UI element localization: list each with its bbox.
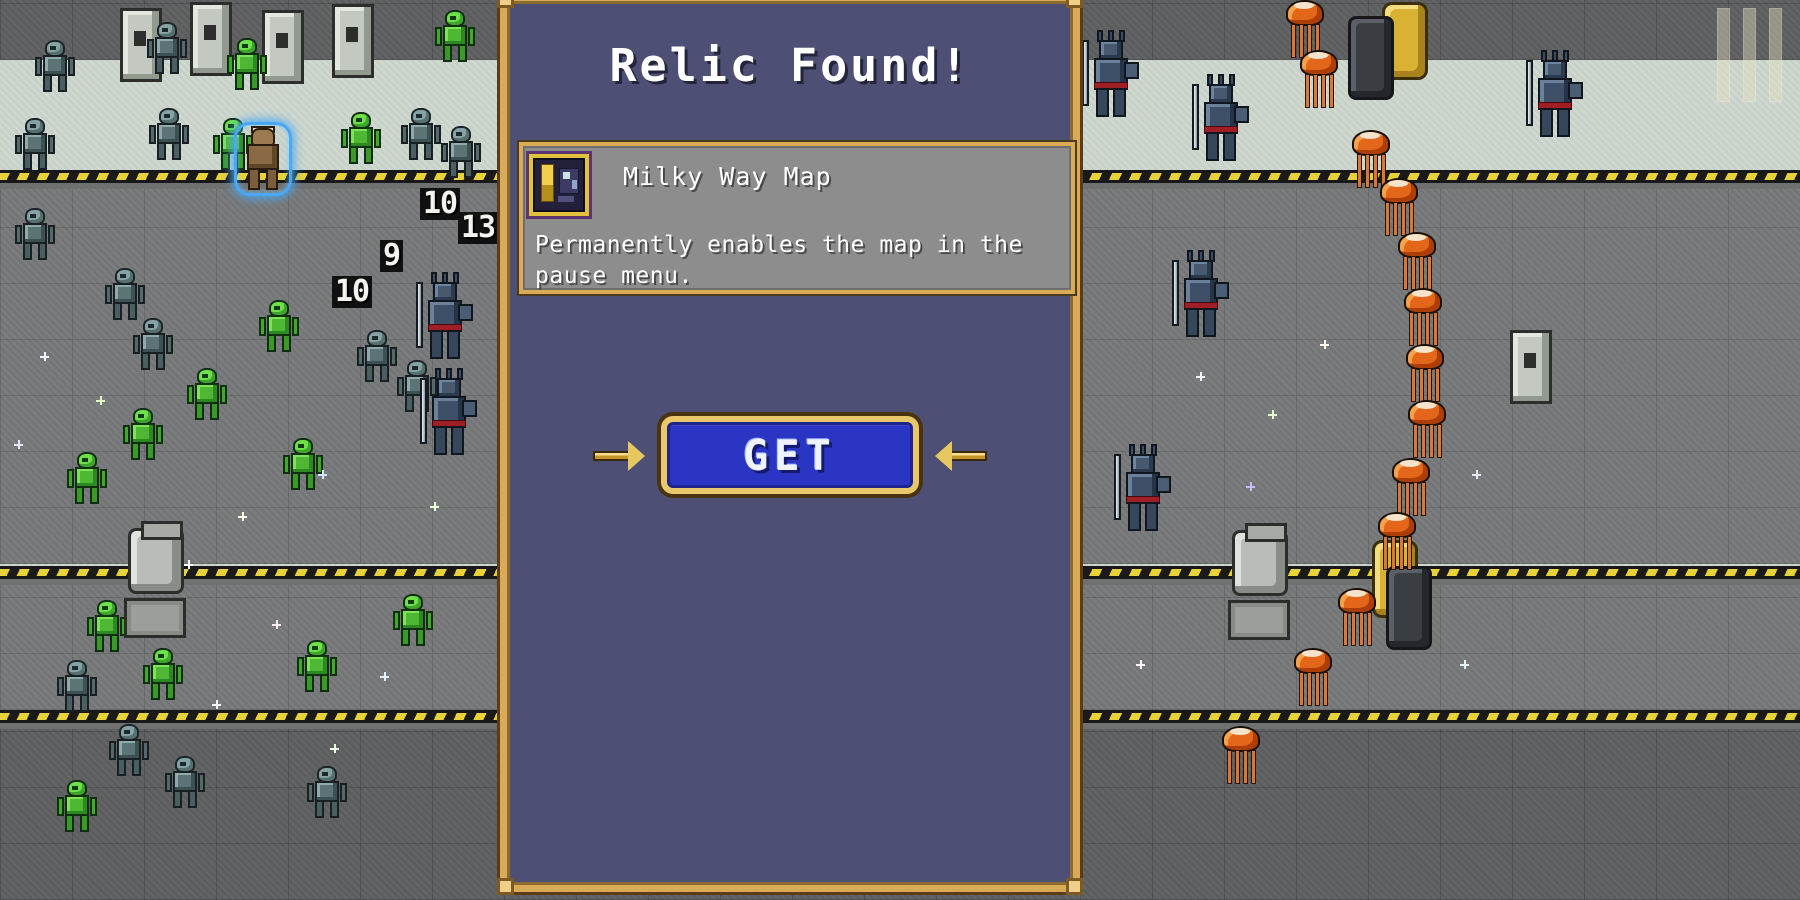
pillar-statue (190, 2, 232, 76)
item-header-row: Milky Way Map (523, 146, 1071, 216)
green-alien-enemy (123, 408, 163, 460)
dark-tank-prop (1348, 16, 1394, 100)
get-button-label: GET (743, 430, 837, 480)
green-alien-enemy (57, 780, 97, 832)
sparkle-particle (184, 560, 193, 569)
sparkle-particle (238, 512, 247, 521)
selector-arrow-left-icon (593, 438, 645, 472)
grey-zombie-enemy (147, 22, 187, 74)
orange-jellyfish-enemy (1398, 232, 1436, 294)
damage-number: 10 (332, 276, 373, 308)
green-alien-enemy (297, 640, 337, 692)
dialog-title: Relic Found! (609, 39, 971, 92)
orange-jellyfish-enemy (1294, 648, 1332, 710)
dark-knight-enemy (1192, 74, 1249, 162)
grey-zombie-enemy (57, 660, 97, 712)
grey-zombie-enemy (15, 208, 55, 260)
pillar-statue (262, 10, 304, 84)
sparkle-particle (1472, 470, 1481, 479)
sparkle-particle (318, 470, 327, 479)
corner-ornament-top-left (497, 0, 514, 8)
dark-knight-enemy (1526, 50, 1583, 138)
grey-zombie-enemy (165, 756, 205, 808)
damage-number: 10 (420, 188, 461, 220)
damage-number: 9 (380, 240, 404, 272)
dark-tank-prop (1386, 566, 1432, 650)
barrel-prop (1232, 523, 1288, 596)
orange-jellyfish-enemy (1378, 512, 1416, 574)
grey-zombie-enemy (133, 318, 173, 370)
sparkle-particle (380, 672, 389, 681)
sparkle-particle (272, 620, 281, 629)
dark-knight-enemy (1172, 250, 1229, 338)
player-character (234, 122, 292, 196)
grey-zombie-enemy (307, 766, 347, 818)
sparkle-particle (430, 502, 439, 511)
sparkle-particle (40, 352, 49, 361)
green-alien-enemy (67, 452, 107, 504)
grey-zombie-enemy (109, 724, 149, 776)
pause-bars-icon (1717, 8, 1782, 102)
corner-ornament-top-right (1066, 0, 1083, 8)
orange-jellyfish-enemy (1406, 344, 1444, 406)
green-alien-enemy (341, 112, 381, 164)
grey-zombie-enemy (401, 108, 441, 160)
sparkle-particle (1268, 410, 1277, 419)
grey-zombie-enemy (149, 108, 189, 160)
pause-bar (1717, 8, 1730, 102)
damage-number: 13 (458, 212, 499, 244)
orange-jellyfish-enemy (1408, 400, 1446, 462)
grey-zombie-enemy (15, 118, 55, 170)
sparkle-particle (330, 744, 339, 753)
green-alien-enemy (143, 648, 183, 700)
barrel-prop (128, 521, 184, 594)
orange-jellyfish-enemy (1338, 588, 1376, 650)
sparkle-particle (1460, 660, 1469, 669)
orange-jellyfish-enemy (1404, 288, 1442, 350)
game-screen: 10 13 9 10 Relic Found! Milky Way Map Pe… (0, 0, 1800, 900)
get-button-row: GET (507, 416, 1073, 494)
dark-knight-enemy (1082, 30, 1139, 118)
pillar-statue (1510, 330, 1552, 404)
dark-knight-enemy (1114, 444, 1171, 532)
milky-way-map-icon (529, 154, 589, 216)
pause-bar (1743, 8, 1756, 102)
grey-zombie-enemy (441, 126, 481, 178)
crate-prop (124, 598, 186, 638)
sparkle-particle (1246, 482, 1255, 491)
green-alien-enemy (87, 600, 127, 652)
green-alien-enemy (259, 300, 299, 352)
orange-jellyfish-enemy (1380, 178, 1418, 240)
pause-bar (1769, 8, 1782, 102)
relic-found-dialog: Relic Found! Milky Way Map Permanently e… (497, 0, 1083, 895)
grey-zombie-enemy (357, 330, 397, 382)
sparkle-particle (96, 396, 105, 405)
dark-knight-enemy (420, 368, 477, 456)
green-alien-enemy (283, 438, 323, 490)
pillar-statue (332, 4, 374, 78)
orange-jellyfish-enemy (1300, 50, 1338, 112)
sparkle-particle (212, 700, 221, 709)
corner-ornament-bottom-left (497, 878, 514, 895)
orange-jellyfish-enemy (1222, 726, 1260, 788)
orange-jellyfish-enemy (1392, 458, 1430, 520)
dark-knight-enemy (416, 272, 473, 360)
green-alien-enemy (187, 368, 227, 420)
item-description-text: Permanently enables the map in the pause… (535, 232, 1023, 290)
green-alien-enemy (227, 38, 267, 90)
green-alien-enemy (435, 10, 475, 62)
corner-ornament-bottom-right (1066, 878, 1083, 895)
grey-zombie-enemy (105, 268, 145, 320)
sparkle-particle (1320, 340, 1329, 349)
item-info-panel: Milky Way Map Permanently enables the ma… (519, 142, 1075, 294)
grey-zombie-enemy (35, 40, 75, 92)
item-name-label: Milky Way Map (623, 162, 832, 191)
get-button[interactable]: GET (661, 416, 919, 494)
crate-prop (1228, 600, 1290, 640)
green-alien-enemy (393, 594, 433, 646)
sparkle-particle (14, 440, 23, 449)
sparkle-particle (1196, 372, 1205, 381)
sparkle-particle (1136, 660, 1145, 669)
selector-arrow-right-icon (935, 438, 987, 472)
